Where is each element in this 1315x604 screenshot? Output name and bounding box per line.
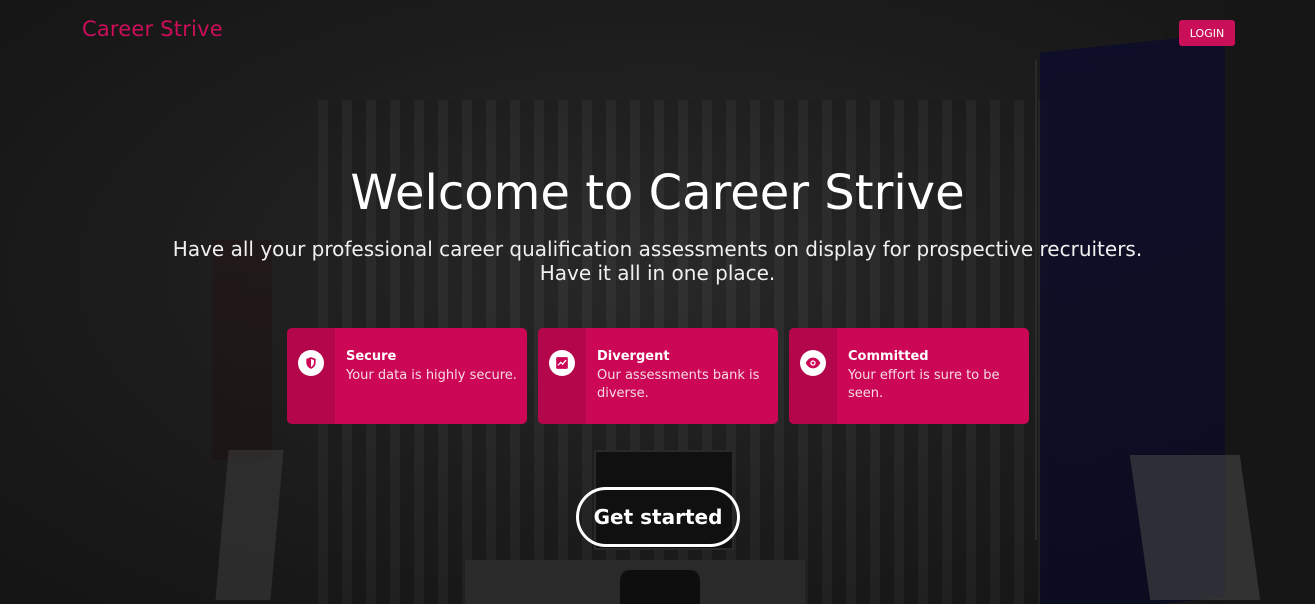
get-started-button[interactable]: Get started xyxy=(576,487,740,547)
feature-card-divergent: Divergent Our assessments bank is divers… xyxy=(538,328,778,424)
feature-title: Divergent xyxy=(597,349,670,364)
feature-title: Committed xyxy=(848,349,929,364)
brand-logo[interactable]: Career Strive xyxy=(82,17,223,41)
card-icon-strip xyxy=(287,328,335,424)
hero-title: Welcome to Career Strive xyxy=(350,165,965,221)
feature-card-committed: Committed Your effort is sure to be seen… xyxy=(789,328,1029,424)
feature-text: Our assessments bank is diverse. xyxy=(597,368,760,401)
hero-subtitle: Have all your professional career qualif… xyxy=(0,237,1315,285)
hero-subtitle-line-1: Have all your professional career qualif… xyxy=(172,237,1143,261)
card-icon-strip xyxy=(789,328,837,424)
hero-subtitle-line-2: Have it all in one place. xyxy=(539,261,776,285)
card-icon-strip xyxy=(538,328,586,424)
feature-text: Your data is highly secure. xyxy=(346,368,517,383)
feature-title: Secure xyxy=(346,349,397,364)
feature-card-secure: Secure Your data is highly secure. xyxy=(287,328,527,424)
top-navbar: Career Strive LOGIN xyxy=(0,0,1315,60)
feature-text: Your effort is sure to be seen. xyxy=(848,368,1000,401)
chart-icon xyxy=(549,350,575,376)
login-button[interactable]: LOGIN xyxy=(1179,20,1235,46)
shield-icon xyxy=(298,350,324,376)
eye-icon xyxy=(800,350,826,376)
